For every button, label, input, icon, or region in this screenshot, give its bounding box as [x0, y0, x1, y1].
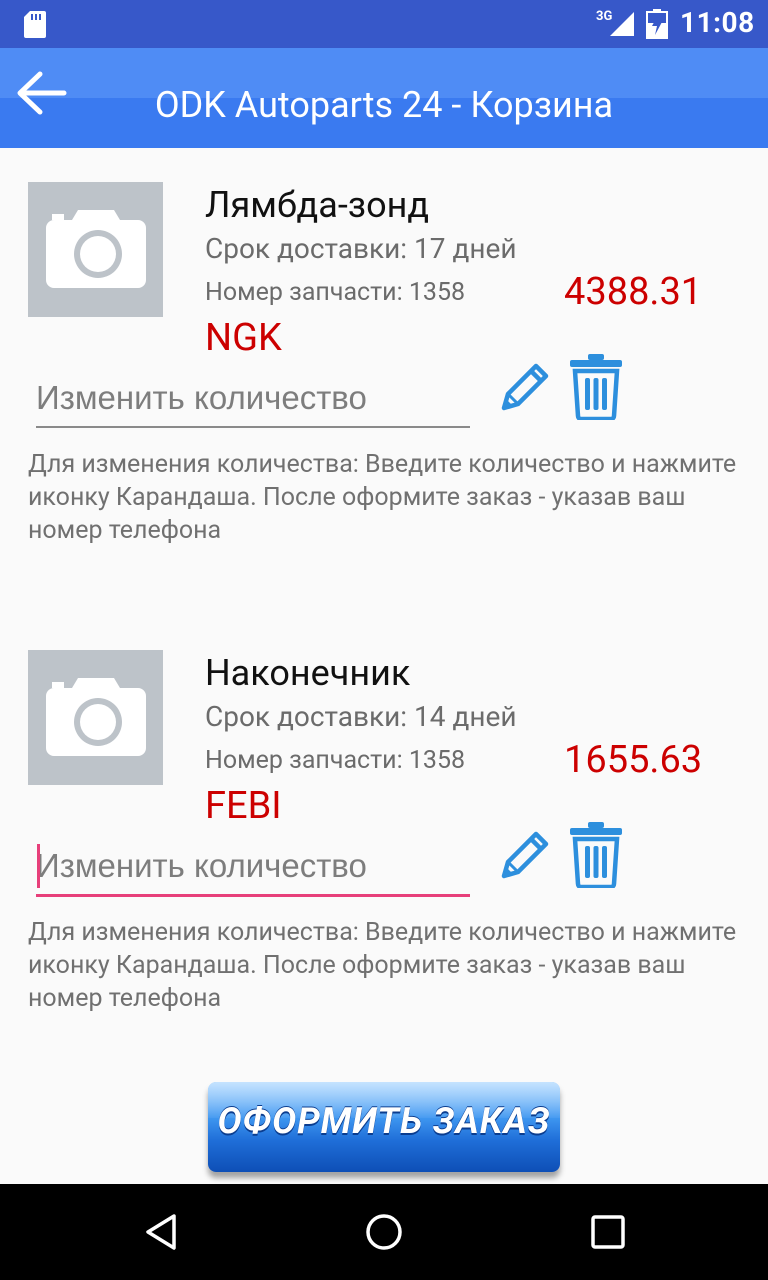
product-name: Лямбда-зонд — [205, 184, 430, 226]
product-name: Наконечник — [205, 652, 411, 694]
nav-back-icon[interactable] — [142, 1212, 182, 1252]
pencil-icon[interactable] — [496, 360, 552, 416]
text-cursor — [37, 844, 40, 888]
app-bar: ODK Autoparts 24 - Корзина — [0, 48, 768, 148]
sd-card-icon — [24, 11, 46, 38]
status-bar: 3G 11:08 — [0, 0, 768, 48]
clock: 11:08 — [680, 6, 755, 39]
trash-icon[interactable] — [568, 820, 624, 888]
nav-home-icon[interactable] — [364, 1212, 404, 1252]
place-order-label: ОФОРМИТЬ ЗАКАЗ — [217, 1100, 551, 1142]
place-order-button[interactable]: ОФОРМИТЬ ЗАКАЗ — [208, 1082, 560, 1172]
battery-charging-icon — [646, 9, 668, 39]
cart-item: Лямбда-зонд Срок доставки: 17 дней Номер… — [0, 148, 768, 568]
signal-icon — [610, 12, 634, 36]
product-image-placeholder — [28, 182, 163, 317]
product-image-placeholder — [28, 650, 163, 785]
product-brand: FEBI — [205, 784, 282, 828]
product-price: 4388.31 — [564, 270, 703, 314]
quantity-input[interactable] — [36, 838, 470, 897]
product-brand: NGK — [205, 316, 282, 360]
quantity-input[interactable] — [36, 370, 470, 428]
camera-icon — [46, 678, 146, 756]
delivery-time: Срок доставки: 14 дней — [205, 700, 517, 733]
page-title: ODK Autoparts 24 - Корзина — [154, 84, 614, 126]
trash-icon[interactable] — [568, 352, 624, 420]
delivery-time: Срок доставки: 17 дней — [205, 232, 517, 265]
camera-icon — [46, 210, 146, 288]
quantity-hint: Для изменения количества: Введите количе… — [28, 918, 737, 1013]
quantity-hint: Для изменения количества: Введите количе… — [28, 450, 737, 545]
product-price: 1655.63 — [564, 738, 703, 782]
nav-recents-icon[interactable] — [590, 1214, 626, 1250]
part-number: Номер запчасти: 1358 — [205, 746, 466, 775]
part-number: Номер запчасти: 1358 — [205, 278, 466, 307]
pencil-icon[interactable] — [496, 828, 552, 884]
cart-item: Наконечник Срок доставки: 14 дней Номер … — [0, 616, 768, 1036]
